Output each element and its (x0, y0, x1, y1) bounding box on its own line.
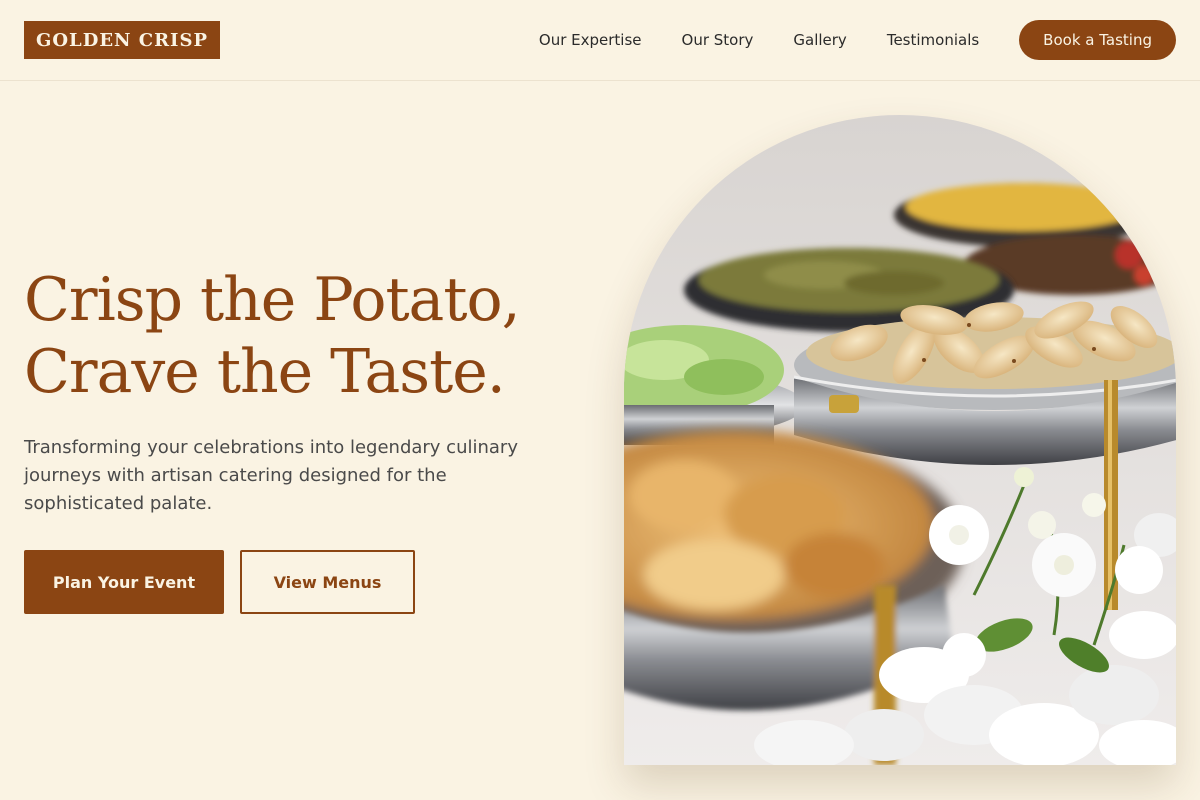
headline-line-2: Crave the Taste. (24, 337, 506, 407)
logo[interactable]: GOLDEN CRISP (24, 21, 220, 59)
hero-subtitle: Transforming your celebrations into lege… (24, 437, 518, 514)
book-tasting-button[interactable]: Book a Tasting (1019, 20, 1176, 60)
nav-gallery[interactable]: Gallery (793, 31, 846, 49)
nav-our-story[interactable]: Our Story (682, 31, 754, 49)
hero-photo (624, 115, 1176, 765)
headline-line-1: Crisp the Potato, (24, 265, 521, 335)
site-header: GOLDEN CRISP Our Expertise Our Story Gal… (0, 0, 1200, 81)
buffet-illustration (624, 115, 1176, 765)
hero-headline: Crisp the Potato, Crave the Taste. (24, 264, 584, 408)
nav-our-expertise[interactable]: Our Expertise (539, 31, 642, 49)
main-nav: Our Expertise Our Story Gallery Testimon… (539, 20, 1176, 60)
nav-testimonials[interactable]: Testimonials (887, 31, 979, 49)
view-menus-button[interactable]: View Menus (240, 550, 415, 614)
plan-event-button[interactable]: Plan Your Event (24, 550, 224, 614)
